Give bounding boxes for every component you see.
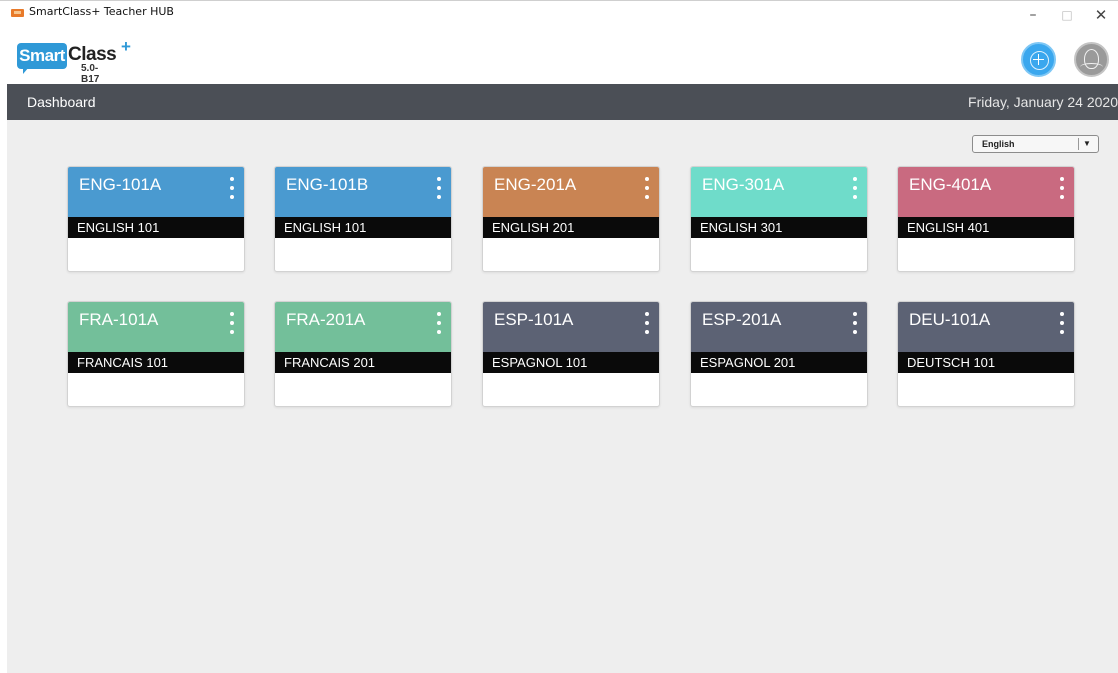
more-options-icon[interactable] (228, 312, 236, 340)
class-card[interactable]: ENG-401A ENGLISH 401 (897, 166, 1075, 272)
class-code: ESP-101A (494, 310, 574, 329)
more-options-icon[interactable] (1058, 177, 1066, 205)
chevron-down-icon[interactable]: ▼ (1083, 139, 1091, 148)
class-code: FRA-101A (79, 310, 159, 329)
more-options-icon[interactable] (1058, 312, 1066, 340)
class-card-header[interactable]: ESP-101A (483, 302, 659, 352)
current-date: Friday, January 24 2020 (968, 94, 1118, 110)
class-card[interactable]: ENG-101B ENGLISH 101 (274, 166, 452, 272)
class-code: DEU-101A (909, 310, 991, 329)
logo-brand-smart: Smart (17, 43, 67, 69)
class-card[interactable]: FRA-101A FRANCAIS 101 (67, 301, 245, 407)
class-name: ESPAGNOL 201 (691, 352, 867, 373)
app-header: Smart Class + 5.0-B17 (0, 33, 1118, 85)
window-title-bar: SmartClass+ Teacher HUB – □ ✕ (0, 0, 1118, 33)
profile-button[interactable] (1074, 42, 1109, 77)
class-card[interactable]: FRA-201A FRANCAIS 201 (274, 301, 452, 407)
language-selected-value: English (982, 139, 1015, 149)
more-options-icon[interactable] (435, 312, 443, 340)
class-name: ENGLISH 401 (898, 217, 1074, 238)
class-name: ESPAGNOL 101 (483, 352, 659, 373)
class-card-header[interactable]: ENG-201A (483, 167, 659, 217)
class-code: ENG-201A (494, 175, 577, 194)
class-code: ENG-301A (702, 175, 785, 194)
logo-bubble-tail (23, 67, 29, 74)
class-name: ENGLISH 101 (68, 217, 244, 238)
class-card-header[interactable]: ENG-301A (691, 167, 867, 217)
language-select[interactable]: English ▼ (972, 135, 1099, 153)
more-options-icon[interactable] (851, 312, 859, 340)
class-name: ENGLISH 301 (691, 217, 867, 238)
page-title: Dashboard (27, 94, 96, 110)
class-name: ENGLISH 101 (275, 217, 451, 238)
class-card-header[interactable]: ESP-201A (691, 302, 867, 352)
class-card[interactable]: ENG-101A ENGLISH 101 (67, 166, 245, 272)
class-card[interactable]: DEU-101A DEUTSCH 101 (897, 301, 1075, 407)
navigation-bar: Dashboard Friday, January 24 2020 (7, 84, 1118, 120)
class-card[interactable]: ENG-201A ENGLISH 201 (482, 166, 660, 272)
app-icon (11, 9, 24, 17)
class-code: ENG-101B (286, 175, 369, 194)
class-card-header[interactable]: ENG-401A (898, 167, 1074, 217)
class-code: ENG-401A (909, 175, 992, 194)
close-button[interactable]: ✕ (1086, 3, 1116, 27)
more-options-icon[interactable] (643, 312, 651, 340)
class-card-header[interactable]: DEU-101A (898, 302, 1074, 352)
class-code: ESP-201A (702, 310, 782, 329)
more-options-icon[interactable] (228, 177, 236, 205)
class-name: ENGLISH 201 (483, 217, 659, 238)
class-card[interactable]: ESP-101A ESPAGNOL 101 (482, 301, 660, 407)
class-card[interactable]: ESP-201A ESPAGNOL 201 (690, 301, 868, 407)
class-card-header[interactable]: FRA-101A (68, 302, 244, 352)
minimize-button[interactable]: – (1018, 3, 1048, 27)
add-class-button[interactable] (1021, 42, 1056, 77)
class-card-header[interactable]: ENG-101A (68, 167, 244, 217)
app-version: 5.0-B17 (81, 63, 100, 85)
more-options-icon[interactable] (643, 177, 651, 205)
class-card-header[interactable]: FRA-201A (275, 302, 451, 352)
dashboard-content: English ▼ ENG-101A ENGLISH 101 ENG-101B ENG… (7, 120, 1118, 673)
class-name: FRANCAIS 101 (68, 352, 244, 373)
select-divider (1078, 138, 1079, 150)
logo-plus: + (121, 37, 131, 56)
class-card[interactable]: ENG-301A ENGLISH 301 (690, 166, 868, 272)
maximize-button[interactable]: □ (1052, 3, 1082, 27)
more-options-icon[interactable] (435, 177, 443, 205)
class-name: DEUTSCH 101 (898, 352, 1074, 373)
class-code: ENG-101A (79, 175, 162, 194)
class-card-header[interactable]: ENG-101B (275, 167, 451, 217)
window-title: SmartClass+ Teacher HUB (29, 5, 174, 18)
class-name: FRANCAIS 201 (275, 352, 451, 373)
class-code: FRA-201A (286, 310, 366, 329)
more-options-icon[interactable] (851, 177, 859, 205)
